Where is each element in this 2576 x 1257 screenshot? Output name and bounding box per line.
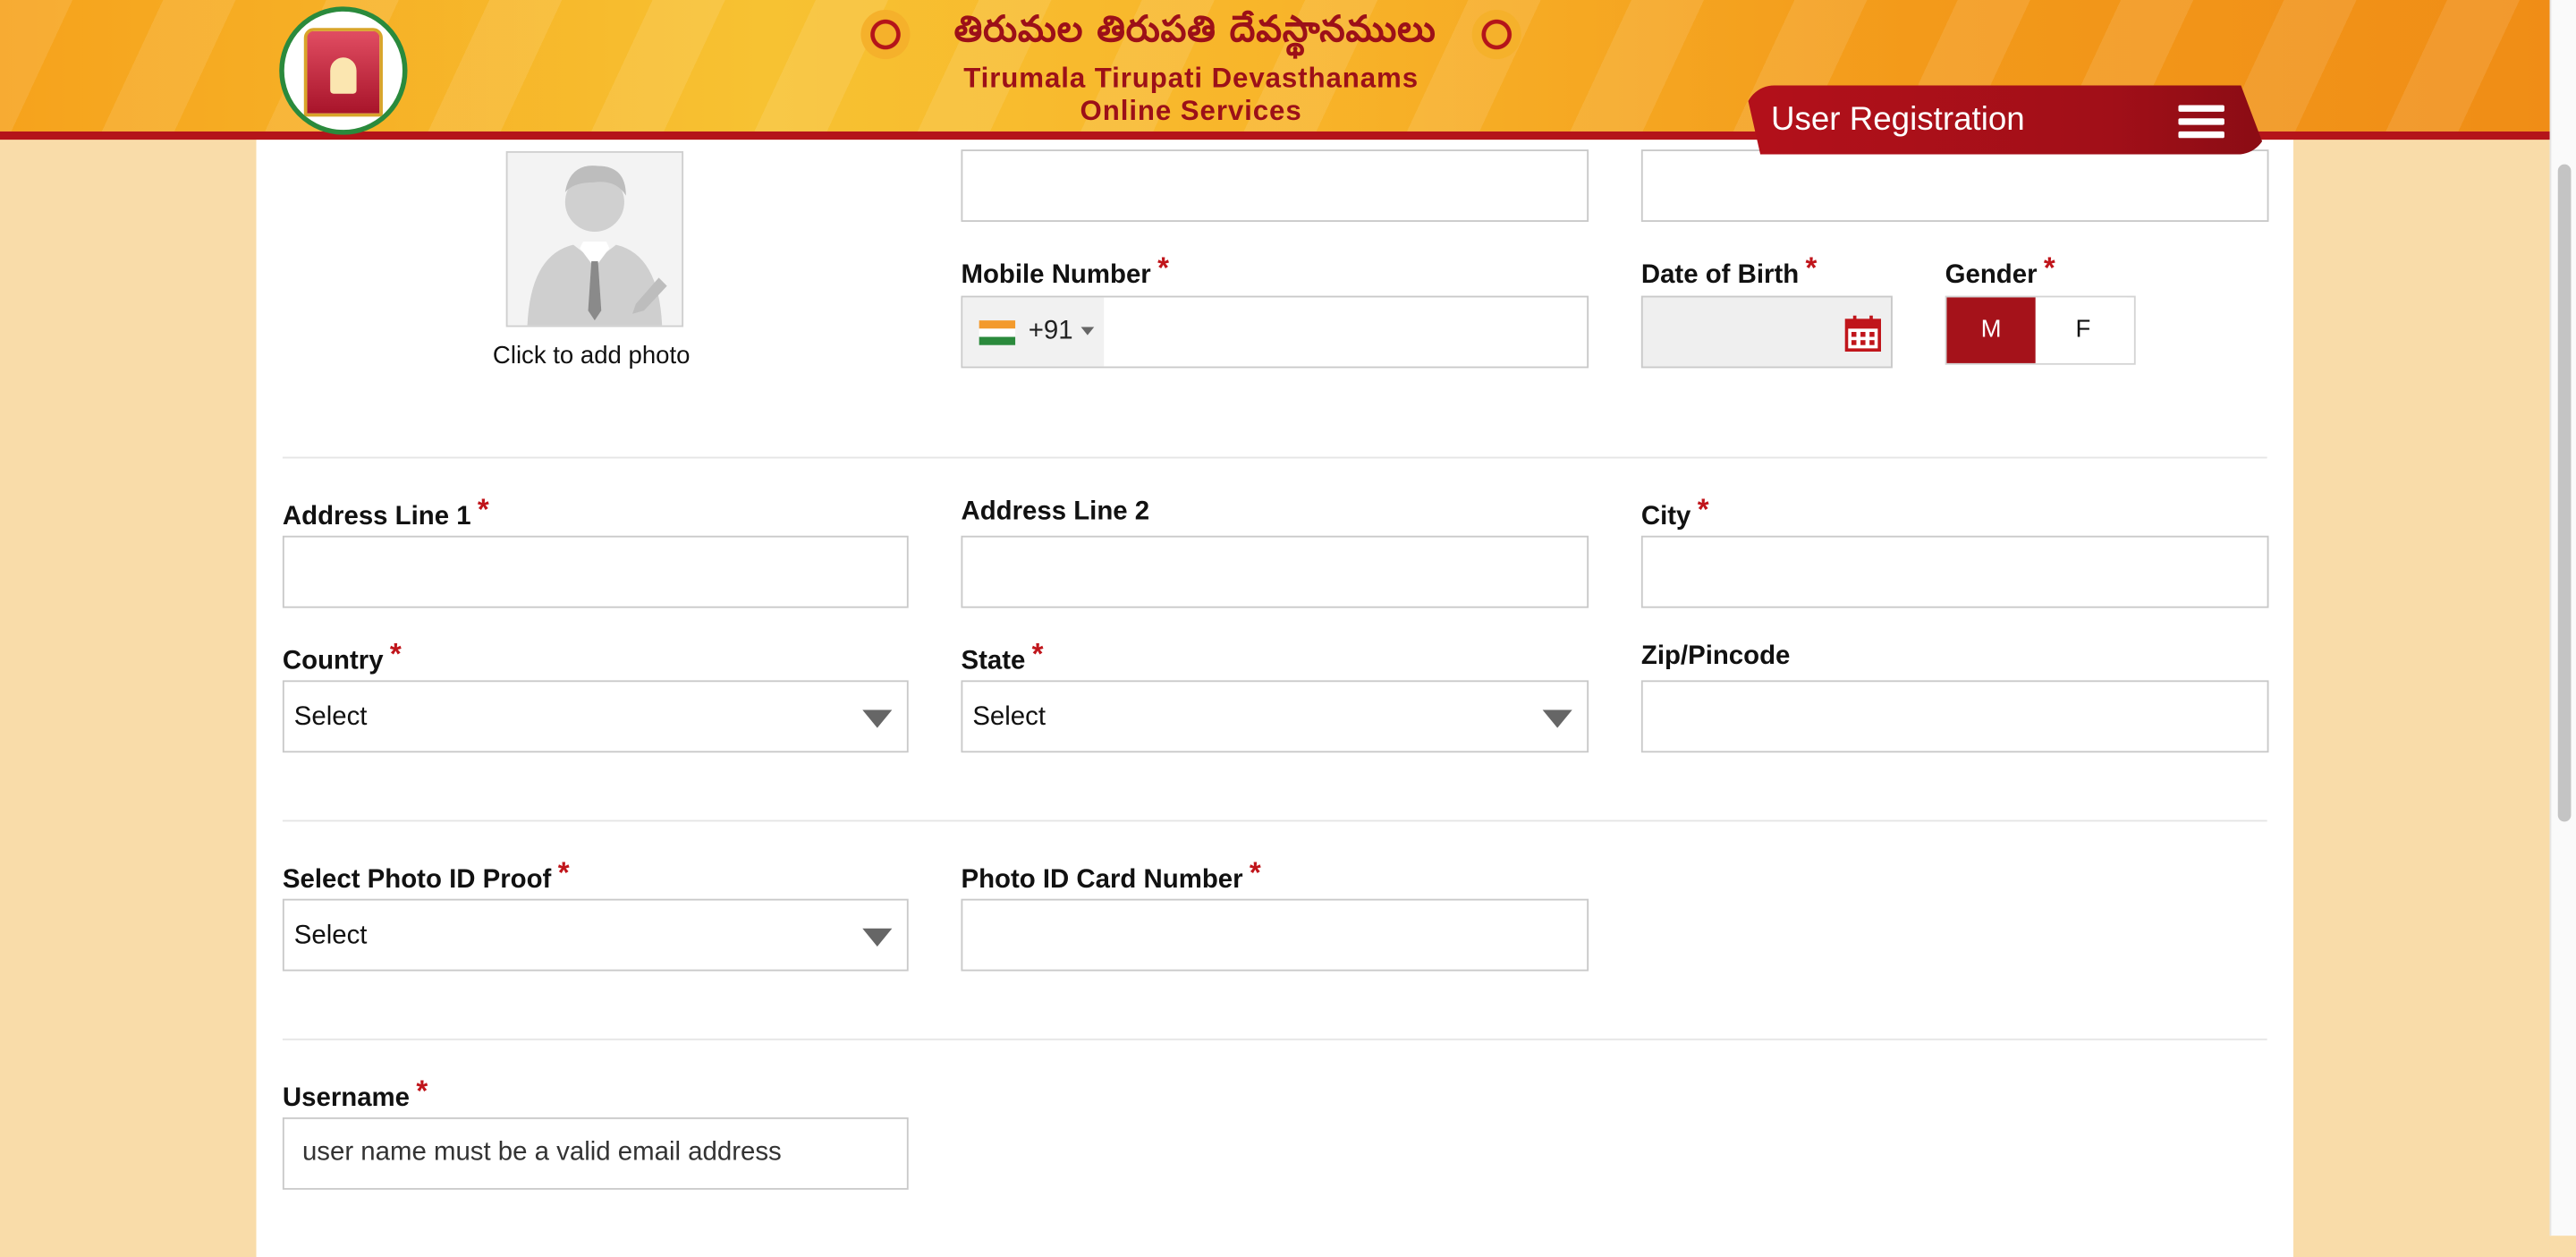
- dropdown-arrow-icon: [1542, 709, 1572, 728]
- scrollbar-thumb[interactable]: [2557, 164, 2572, 822]
- page-title: User Registration: [1770, 101, 2025, 139]
- address1-field[interactable]: [282, 535, 909, 608]
- address1-input[interactable]: [284, 537, 907, 607]
- zip-label: Zip/Pincode: [1640, 642, 1791, 671]
- user-registration-tab: User Registration: [1744, 85, 2267, 155]
- section-divider: [282, 1038, 2267, 1040]
- user-avatar-icon: [527, 166, 667, 326]
- section-divider: [282, 820, 2267, 822]
- zip-field[interactable]: [1640, 680, 2269, 753]
- title-english: Tirumala Tirupati Devasthanams Online Se…: [963, 62, 1419, 127]
- country-value: Select: [293, 703, 368, 732]
- address2-input[interactable]: [962, 537, 1588, 607]
- last-name-field[interactable]: [1640, 149, 2269, 222]
- photo-id-proof-select[interactable]: Select: [282, 898, 909, 972]
- dial-caret-icon: [1080, 327, 1095, 335]
- address2-label: Address Line 2: [961, 497, 1150, 526]
- gender-female-button[interactable]: F: [2038, 297, 2128, 363]
- dob-field[interactable]: [1640, 295, 1893, 369]
- photo-id-proof-label: Select Photo ID Proof *: [282, 855, 570, 895]
- calendar-icon[interactable]: [1844, 315, 1882, 352]
- dropdown-arrow-icon: [862, 928, 893, 947]
- zip-input[interactable]: [1642, 682, 2267, 752]
- left-emblem-icon: [860, 10, 911, 60]
- city-label: City *: [1640, 493, 1709, 531]
- dropdown-arrow-icon: [862, 709, 893, 728]
- first-name-input[interactable]: [962, 150, 1588, 221]
- title-telugu: తిరుమల తిరుపతి దేవస్థానములు: [953, 10, 1436, 51]
- gender-label: Gender *: [1945, 251, 2055, 290]
- hamburger-menu-icon[interactable]: [2178, 105, 2224, 139]
- photo-id-proof-value: Select: [293, 922, 368, 950]
- state-select[interactable]: Select: [961, 680, 1589, 753]
- photo-id-number-label: Photo ID Card Number *: [961, 855, 1261, 895]
- mobile-field[interactable]: +91: [961, 295, 1589, 369]
- page-scrollbar[interactable]: [2549, 0, 2576, 1236]
- add-photo-caption[interactable]: Click to add photo: [460, 342, 723, 369]
- photo-id-number-field[interactable]: [961, 898, 1589, 972]
- profile-photo-upload[interactable]: [505, 150, 684, 327]
- state-value: Select: [972, 703, 1046, 732]
- country-code-selector[interactable]: +91: [962, 297, 1105, 367]
- username-label: Username *: [282, 1074, 428, 1113]
- mobile-input[interactable]: [1104, 297, 1588, 367]
- state-label: State *: [961, 637, 1044, 675]
- first-name-field[interactable]: [961, 149, 1589, 222]
- india-flag-icon: [979, 320, 1016, 345]
- gender-toggle[interactable]: M F: [1945, 295, 2136, 365]
- address1-label: Address Line 1 *: [282, 493, 489, 531]
- section-divider: [282, 456, 2267, 459]
- address2-field[interactable]: [961, 535, 1589, 608]
- ttd-logo[interactable]: [279, 6, 408, 135]
- right-emblem-icon: [1471, 10, 1521, 60]
- username-field[interactable]: [282, 1117, 909, 1190]
- city-field[interactable]: [1640, 535, 2269, 608]
- mobile-label: Mobile Number *: [961, 251, 1169, 290]
- country-label: Country *: [282, 637, 402, 675]
- username-input[interactable]: [284, 1118, 907, 1188]
- last-name-input[interactable]: [1642, 150, 2267, 221]
- city-input[interactable]: [1642, 537, 2267, 607]
- dial-code: +91: [1028, 317, 1073, 345]
- country-select[interactable]: Select: [282, 680, 909, 753]
- photo-id-number-input[interactable]: [962, 900, 1588, 970]
- gender-male-button[interactable]: M: [1946, 297, 2036, 363]
- dob-label: Date of Birth *: [1640, 251, 1818, 290]
